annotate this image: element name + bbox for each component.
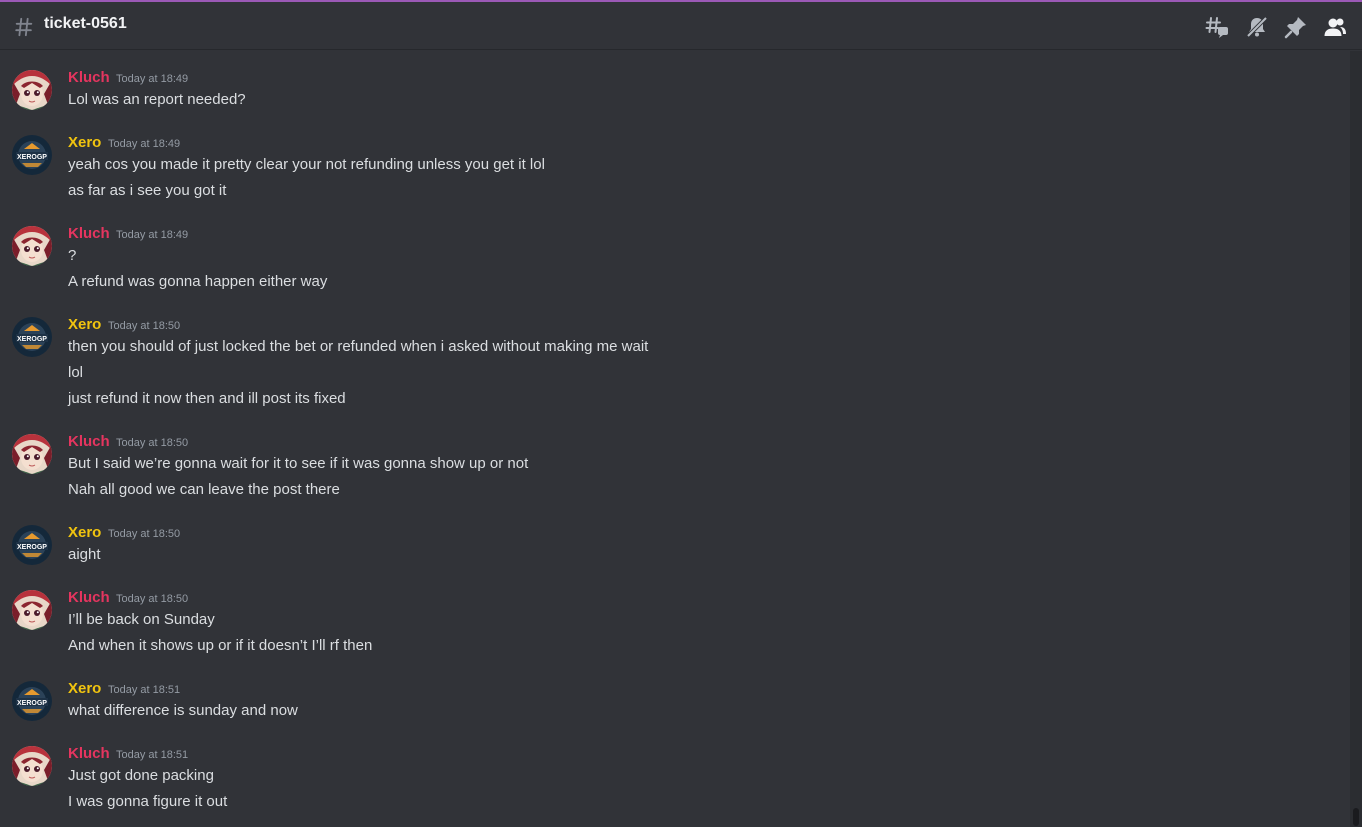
channel-header: ticket-0561: [0, 2, 1362, 50]
message-text: then you should of just locked the bet o…: [68, 338, 649, 355]
message-text: I was gonna figure it out: [68, 793, 228, 810]
avatar[interactable]: [12, 590, 52, 630]
message-text: And when it shows up or if it doesn’t I’…: [68, 637, 373, 654]
message-text: Just got done packing: [68, 767, 214, 784]
message-list[interactable]: Kluch Today at 18:49 Lol was an report nee…: [0, 51, 1350, 827]
message-group: Kluch Today at 18:50 I’ll be back on Sunda…: [0, 588, 1340, 666]
threads-icon[interactable]: [1205, 15, 1229, 39]
message-text: I’ll be back on Sunday: [68, 611, 215, 628]
message-text: But I said we’re gonna wait for it to se…: [68, 455, 529, 472]
message-group: Kluch Today at 18:51 Just got done packing…: [0, 744, 1340, 822]
message-text: A refund was gonna happen either way: [68, 273, 328, 290]
message-text: yeah cos you made it pretty clear your n…: [68, 156, 545, 173]
username[interactable]: Xero: [68, 133, 101, 153]
message-text: as far as i see you got it: [68, 182, 227, 199]
avatar[interactable]: XEROGP: [12, 681, 52, 721]
message-text: Lol was an report needed?: [68, 91, 246, 108]
timestamp[interactable]: Today at 18:51: [116, 745, 188, 765]
username[interactable]: Xero: [68, 523, 101, 543]
message-group: XEROGP Xero Today at 18:51 what difference …: [0, 679, 1340, 731]
timestamp[interactable]: Today at 18:49: [116, 225, 188, 245]
avatar-logo-text: XEROGP: [17, 544, 47, 551]
avatar[interactable]: [12, 226, 52, 266]
timestamp[interactable]: Today at 18:50: [108, 524, 180, 544]
username[interactable]: Xero: [68, 679, 101, 699]
avatar-logo-text: XEROGP: [17, 700, 47, 707]
message-group: XEROGP Xero Today at 18:49 yeah cos you mad…: [0, 133, 1340, 211]
username[interactable]: Kluch: [68, 744, 110, 764]
username[interactable]: Kluch: [68, 588, 110, 608]
avatar[interactable]: XEROGP: [12, 525, 52, 565]
username[interactable]: Kluch: [68, 432, 110, 452]
message-text: what difference is sunday and now: [68, 702, 298, 719]
avatar-logo-text: XEROGP: [17, 154, 47, 161]
message-text: lol: [68, 364, 84, 381]
username[interactable]: Xero: [68, 315, 101, 335]
message-group: Kluch Today at 18:50 But I said we’re gonn…: [0, 432, 1340, 510]
scrollbar[interactable]: [1350, 51, 1362, 827]
username[interactable]: Kluch: [68, 224, 110, 244]
timestamp[interactable]: Today at 18:49: [108, 134, 180, 154]
timestamp[interactable]: Today at 18:50: [108, 316, 180, 336]
message-text: aight: [68, 546, 101, 563]
avatar[interactable]: XEROGP: [12, 135, 52, 175]
channel-name: ticket-0561: [44, 15, 127, 32]
timestamp[interactable]: Today at 18:49: [116, 69, 188, 89]
mute-bell-icon[interactable]: [1245, 15, 1269, 39]
pin-icon[interactable]: [1284, 15, 1308, 39]
timestamp[interactable]: Today at 18:50: [116, 433, 188, 453]
members-icon[interactable]: [1323, 15, 1347, 39]
channel-hash-icon: [15, 17, 33, 37]
scrollbar-thumb[interactable]: [1353, 808, 1359, 826]
message-text: ?: [68, 247, 77, 264]
message-text: just refund it now then and ill post its…: [68, 390, 346, 407]
message-group: Kluch Today at 18:49 Lol was an report nee…: [0, 68, 1340, 120]
username[interactable]: Kluch: [68, 68, 110, 88]
message-text: Nah all good we can leave the post there: [68, 481, 340, 498]
message-group: XEROGP Xero Today at 18:50 aight: [0, 523, 1340, 575]
avatar[interactable]: [12, 70, 52, 110]
message-group: XEROGP Xero Today at 18:50 then you should …: [0, 315, 1340, 419]
avatar[interactable]: [12, 434, 52, 474]
avatar-logo-text: XEROGP: [17, 336, 47, 343]
message-group: Kluch Today at 18:49? A refund was gonna h…: [0, 224, 1340, 302]
avatar[interactable]: [12, 746, 52, 786]
avatar[interactable]: XEROGP: [12, 317, 52, 357]
timestamp[interactable]: Today at 18:50: [116, 589, 188, 609]
timestamp[interactable]: Today at 18:51: [108, 680, 180, 700]
